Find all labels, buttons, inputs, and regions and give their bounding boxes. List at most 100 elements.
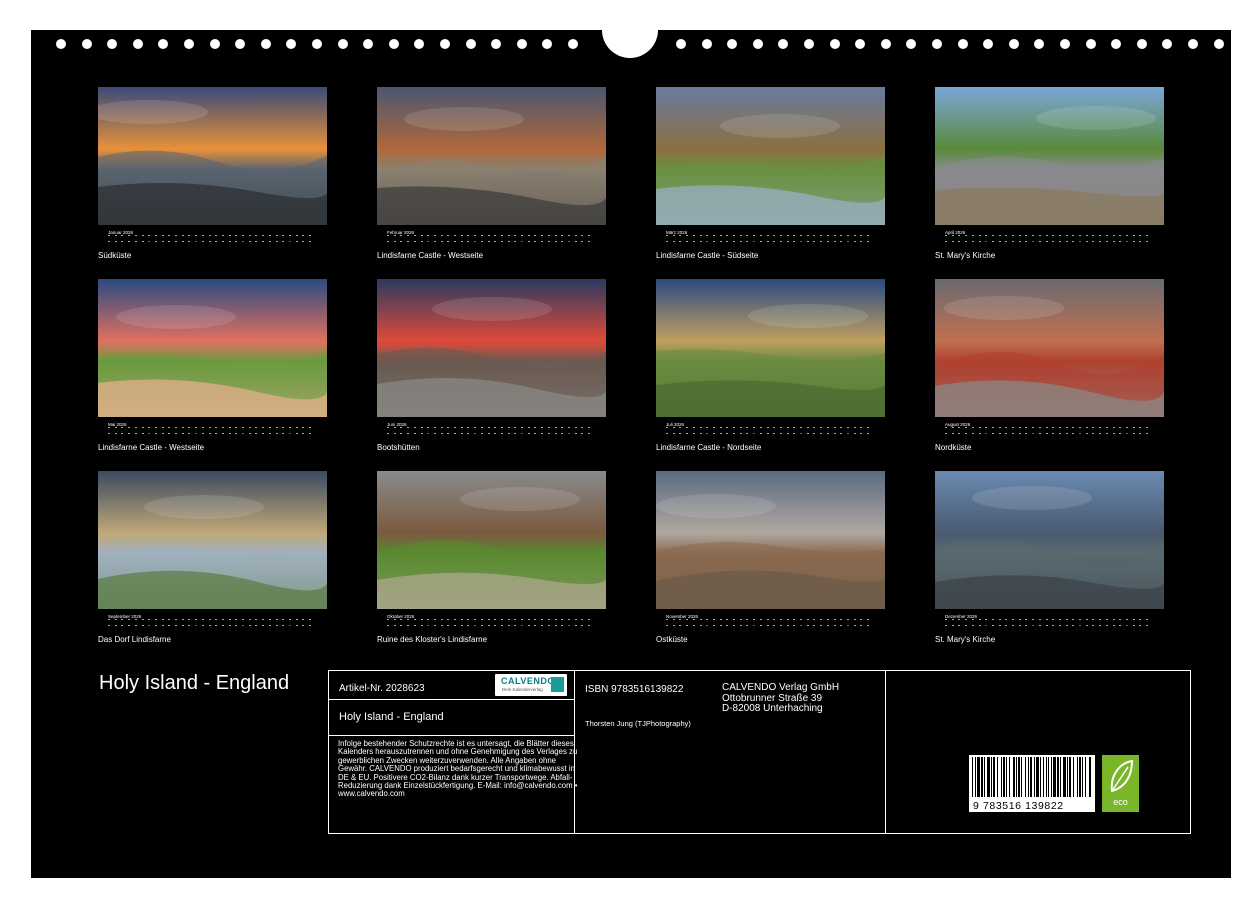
day-mark	[521, 241, 523, 242]
day-mark	[288, 619, 291, 620]
barcode-bar	[987, 757, 990, 797]
day-mark	[413, 625, 416, 626]
day-mark	[248, 427, 251, 428]
day-mark	[454, 427, 456, 428]
day-mark	[800, 433, 802, 434]
day-mark	[141, 235, 144, 236]
day-mark	[1065, 241, 1068, 242]
day-mark	[759, 427, 762, 428]
binding-hole	[389, 39, 399, 49]
day-mark	[447, 235, 450, 236]
day-mark	[793, 241, 796, 242]
binding-hole	[568, 39, 578, 49]
day-mark	[867, 433, 869, 434]
barcode-bar	[1085, 757, 1086, 797]
day-mark	[1025, 235, 1028, 236]
barcode-bar	[1057, 757, 1059, 797]
day-mark	[400, 625, 403, 626]
day-mark	[407, 235, 410, 236]
day-mark	[1125, 235, 1128, 236]
day-mark	[195, 241, 198, 242]
day-mark	[1045, 433, 1048, 434]
day-mark	[1105, 433, 1108, 434]
day-mark	[447, 433, 450, 434]
day-mark	[867, 235, 869, 236]
day-mark	[242, 433, 244, 434]
day-mark	[440, 241, 443, 242]
binding-hole	[491, 39, 501, 49]
binding-hole	[184, 39, 194, 49]
day-mark	[813, 433, 816, 434]
day-mark	[195, 235, 198, 236]
day-mark	[242, 619, 244, 620]
day-mark	[454, 619, 456, 620]
day-mark	[262, 241, 265, 242]
day-mark	[148, 625, 151, 626]
day-mark	[454, 241, 456, 242]
day-mark	[1025, 427, 1028, 428]
day-mark	[706, 619, 709, 620]
logo-text: CALVENDO	[501, 676, 555, 686]
binding-hole	[466, 39, 476, 49]
day-mark	[1105, 427, 1108, 428]
article-box: Artikel-Nr. 2028623 CALVENDO Dein Kalend…	[328, 670, 575, 700]
binding-hole	[830, 39, 840, 49]
day-mark	[527, 235, 530, 236]
day-mark	[860, 433, 863, 434]
day-mark	[699, 625, 702, 626]
barcode-bar	[977, 757, 980, 797]
day-mark	[221, 241, 224, 242]
calendar-subtitle: Holy Island - England	[339, 711, 444, 723]
barcode-bar	[975, 757, 976, 797]
day-mark	[679, 619, 682, 620]
binding-hole	[235, 39, 245, 49]
day-mark	[1012, 235, 1014, 236]
day-mark	[393, 619, 396, 620]
day-mark	[806, 235, 809, 236]
day-mark	[181, 427, 184, 428]
photo-caption: St. Mary's Kirche	[935, 251, 996, 260]
binding-hole	[261, 39, 271, 49]
logo-mark-icon	[551, 677, 564, 692]
day-mark	[500, 625, 503, 626]
day-mark	[833, 241, 836, 242]
day-mark	[753, 619, 756, 620]
day-mark	[1018, 241, 1021, 242]
day-mark	[820, 235, 823, 236]
day-mark	[154, 625, 157, 626]
day-mark	[188, 235, 191, 236]
day-mark	[1112, 241, 1115, 242]
day-mark	[1105, 241, 1108, 242]
day-mark	[1085, 625, 1088, 626]
day-mark	[521, 619, 523, 620]
binding-hole	[1034, 39, 1044, 49]
binding-hole	[158, 39, 168, 49]
day-mark	[387, 619, 389, 620]
day-mark	[779, 433, 782, 434]
day-mark	[242, 241, 244, 242]
day-mark	[541, 625, 544, 626]
day-mark	[427, 625, 430, 626]
month-photo	[935, 87, 1164, 225]
day-mark	[181, 241, 184, 242]
day-mark	[840, 241, 843, 242]
day-mark	[726, 619, 729, 620]
day-mark	[114, 619, 117, 620]
day-mark	[1125, 241, 1128, 242]
day-mark	[195, 625, 198, 626]
day-mark	[309, 427, 311, 428]
day-mark	[985, 235, 988, 236]
photo-caption: Lindisfarne Castle - Nordseite	[656, 443, 762, 452]
barcode-bar	[1030, 757, 1032, 797]
barcode-bar	[1006, 757, 1007, 797]
day-mark	[746, 619, 749, 620]
day-mark	[460, 619, 463, 620]
day-mark	[1099, 619, 1102, 620]
binding-hole	[702, 39, 712, 49]
day-mark	[759, 235, 762, 236]
day-mark	[541, 235, 544, 236]
day-mark	[739, 625, 742, 626]
binding-hole	[414, 39, 424, 49]
day-mark	[141, 241, 144, 242]
day-mark	[255, 241, 258, 242]
